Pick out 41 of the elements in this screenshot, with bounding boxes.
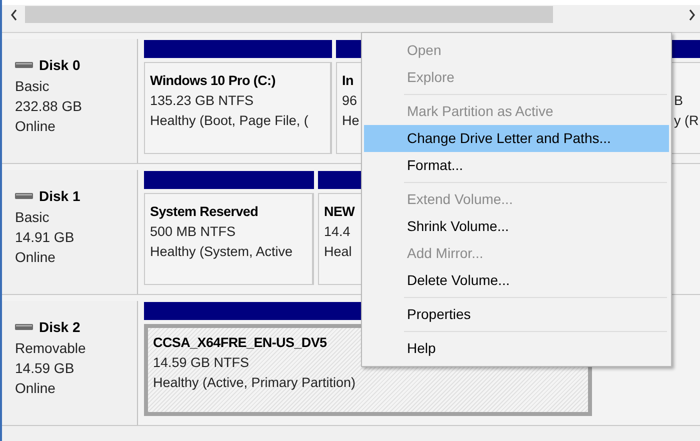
disk-status: Online [15, 117, 56, 136]
disk-name: Disk 2 [39, 319, 80, 335]
partition-status: Healthy (Active, Primary Partition) [153, 374, 356, 392]
disk-size: 14.59 GB [15, 359, 76, 378]
menu-item[interactable]: Shrink Volume... [364, 213, 669, 240]
disk-name: Disk 1 [39, 188, 80, 204]
scroll-thumb[interactable] [25, 6, 553, 23]
menu-item[interactable]: Format... [364, 152, 669, 179]
disk-name: Disk 0 [39, 57, 80, 73]
partition-size: 135.23 GB NTFS [150, 92, 254, 110]
disk-drive-icon [15, 192, 33, 200]
partition-status: y (R [674, 112, 699, 130]
partition-size: B [674, 92, 684, 110]
disk-type: Basic [15, 208, 50, 227]
partition-name: In [342, 72, 354, 90]
partition-size: 500 MB NTFS [150, 223, 236, 241]
disk-size: 14.91 GB [15, 228, 76, 247]
partition-block[interactable]: System Reserved 500 MB NTFS Healthy (System, Active [144, 193, 314, 285]
disk-drive-icon [15, 323, 33, 331]
partition-name: CCSA_X64FRE_EN-US_DV5 [153, 334, 327, 352]
partition-status: Heal [324, 243, 352, 261]
disk-type: Removable [15, 339, 87, 358]
partition-name: NEW [324, 203, 355, 221]
partition-block[interactable]: Windows 10 Pro (C:) 135.23 GB NTFS Healthy (Boot, Page File, ( [144, 62, 332, 154]
menu-item[interactable]: Delete Volume... [364, 267, 669, 294]
partition-status: Healthy (Boot, Page File, ( [150, 112, 308, 130]
partition-status: Healthy (System, Active [150, 243, 293, 261]
partition-size: 14.59 GB NTFS [153, 354, 250, 372]
partition-size: 14.4 [324, 223, 350, 241]
menu-item[interactable]: Change Drive Letter and Paths... [364, 125, 669, 152]
disk-drive-icon [15, 61, 33, 69]
partition-size: 96 [342, 92, 358, 110]
partition-status: He [342, 112, 360, 130]
partition-name: System Reserved [150, 203, 258, 221]
disk-status: Online [15, 379, 56, 398]
disk-status: Online [15, 248, 56, 267]
scroll-right-icon[interactable] [688, 8, 696, 20]
disk-type: Basic [15, 77, 50, 96]
disk-size: 232.88 GB [15, 97, 83, 116]
scroll-left-icon[interactable] [10, 8, 18, 20]
partition-name: Windows 10 Pro (C:) [150, 72, 276, 90]
